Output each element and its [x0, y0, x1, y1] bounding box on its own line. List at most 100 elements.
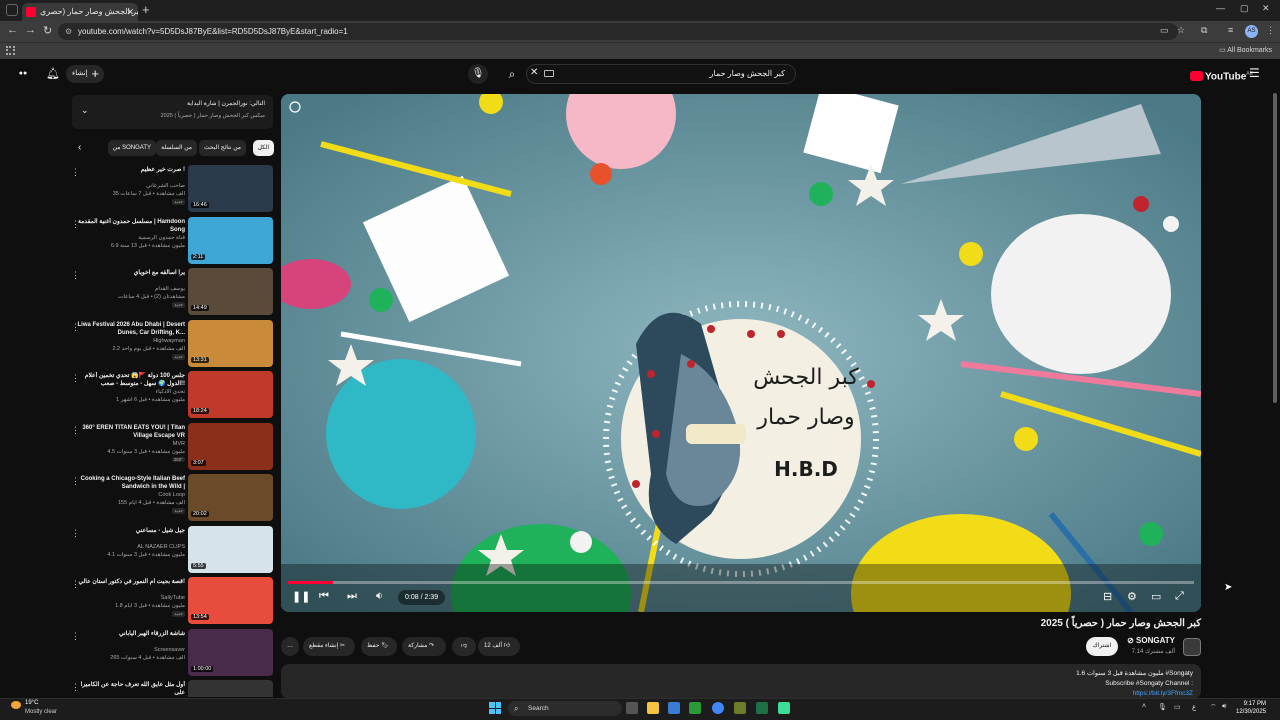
video-item-channel[interactable]: يوسف القدام: [77, 286, 185, 292]
weather-widget[interactable]: 19°C Mostly clear: [8, 699, 88, 719]
video-item-channel[interactable]: AL NAZAER CLIPS: [77, 544, 185, 550]
channel-avatar[interactable]: [1183, 638, 1201, 656]
store-icon[interactable]: [668, 702, 680, 714]
chrome-icon[interactable]: [712, 702, 724, 714]
forward-icon[interactable]: →: [25, 24, 36, 36]
video-item-channel[interactable]: صاحب الشرعاني: [77, 183, 185, 189]
media-control-icon[interactable]: ≡: [1228, 25, 1233, 35]
description-box[interactable]: 1.6 مليون مشاهدة قبل 3 سنوات #Songaty Su…: [281, 664, 1201, 699]
video-item-title[interactable]: Liwa Festival 2026 Abu Dhabi | Desert Du…: [77, 321, 186, 337]
video-item-title[interactable]: قصة بجيت ام النمور في دكتور استان عالي!: [77, 578, 185, 586]
video-item-title[interactable]: أول مثل عايق الله تعرف حاجة عن الكاميرا …: [77, 681, 185, 697]
tray-chevron-icon[interactable]: ˄: [1142, 703, 1146, 710]
video-item-channel[interactable]: تحدي الأذكياء: [77, 389, 185, 395]
video-item-channel[interactable]: MVR: [77, 441, 185, 447]
browser-menu-icon[interactable]: ⋮: [1266, 25, 1275, 36]
pause-icon[interactable]: ❚❚: [292, 590, 310, 603]
dislike-button[interactable]: 👎︎: [452, 637, 476, 656]
speaker-icon[interactable]: 🔊︎: [1222, 703, 1226, 711]
close-window-icon[interactable]: ✕: [1262, 3, 1270, 14]
wifi-icon[interactable]: ⌔: [1210, 703, 1217, 712]
list-item[interactable]: ⋮ 13:54 قصة بجيت ام النمور في دكتور استان …: [66, 577, 276, 627]
subtitles-icon[interactable]: ⊟: [1103, 590, 1112, 603]
excel-icon[interactable]: [756, 702, 768, 714]
subscribe-button[interactable]: اشتراك: [1086, 637, 1118, 656]
hamburger-menu-icon[interactable]: ☰: [1249, 66, 1260, 80]
clip-button[interactable]: إنشاء مقطع ✂: [303, 637, 355, 656]
back-icon[interactable]: ←: [7, 24, 18, 36]
xbox-icon[interactable]: [689, 702, 701, 714]
page-scrollbar[interactable]: [1273, 93, 1277, 403]
share-button[interactable]: مشاركة ↷: [402, 637, 446, 656]
search-icon[interactable]: ⌕: [500, 64, 524, 84]
chip-from-channel[interactable]: من SONGATY: [107, 140, 156, 156]
playlist-header[interactable]: التالي: نورالجمرن | شارة البداية ميكس كب…: [72, 95, 273, 129]
video-player[interactable]: كبر الجحش وصار حمار H.B.D: [281, 94, 1201, 612]
keyboard-language-icon[interactable]: ع: [1192, 703, 1196, 711]
new-tab-icon[interactable]: +: [142, 2, 150, 17]
list-item[interactable]: ⋮ 1:00:00 شاشة الزرقاء الهبر الياباني Scree…: [66, 628, 276, 679]
clear-search-icon[interactable]: ✕: [530, 67, 538, 78]
miniplayer-icon[interactable]: ▭: [1151, 590, 1161, 603]
more-actions-button[interactable]: …: [281, 637, 299, 656]
maximize-icon[interactable]: ▢: [1240, 3, 1249, 14]
apps-grid-icon[interactable]: [6, 46, 15, 55]
list-item[interactable]: ⋮ 2:11 مسلسل حمدون أغنية المقدمة | Hamdoon…: [66, 216, 276, 267]
browser-tab[interactable]: كبر الجحش وصار حمار (حصري ✕: [22, 3, 138, 21]
list-item[interactable]: ⋮ 3:07 360° EREN TITAN EATS YOU! | Titan V…: [66, 422, 276, 473]
video-item-channel[interactable]: Cook Loop: [77, 492, 185, 498]
url-input[interactable]: ⚙ youtube.com/watch?v=5D5DsJ87ByE&list=R…: [58, 23, 1178, 40]
taskbar-clock[interactable]: 9:17 PM 12/30/2025: [1236, 700, 1266, 716]
bookmark-star-icon[interactable]: ☆: [1177, 25, 1185, 36]
like-button[interactable]: 12 ألف 👍︎: [478, 637, 520, 656]
tray-app-icon[interactable]: ▭: [1174, 703, 1181, 711]
video-item-channel[interactable]: Screensaver: [77, 647, 185, 653]
video-item-title[interactable]: جيل شيل - مساعني: [77, 527, 185, 535]
site-info-icon[interactable]: ⚙: [65, 23, 72, 40]
profile-avatar[interactable]: AS: [1245, 25, 1258, 38]
video-item-channel[interactable]: SallyTube: [77, 595, 185, 601]
chip-from-series[interactable]: من السلسلة: [156, 140, 197, 156]
video-item-channel[interactable]: قناة حمدون الرسمية: [77, 235, 185, 241]
tray-mic-icon[interactable]: 🎙︎: [1158, 703, 1167, 711]
video-item-title[interactable]: Cooking a Chicago-Style Italian Beef San…: [77, 475, 185, 491]
youtube-logo[interactable]: YouTubeAE: [1190, 66, 1253, 82]
settings-gear-icon[interactable]: ⚙: [1127, 590, 1137, 603]
chip-all[interactable]: الكل: [252, 140, 274, 156]
next-icon[interactable]: ⏭︎: [347, 590, 357, 603]
fullscreen-icon[interactable]: ⤢: [1175, 590, 1184, 603]
description-link[interactable]: https://bit.ly/3Ffmc3Z: [1133, 690, 1193, 697]
volume-icon[interactable]: 🔉︎: [376, 590, 383, 603]
chip-from-search[interactable]: من نتائج البحث: [198, 140, 246, 156]
list-item[interactable]: ⋮ 14:49 يرا اسالقه مع اخوياي يوسف القدام مشا…: [66, 268, 276, 318]
video-item-title[interactable]: صرت خير عظيم !: [77, 166, 185, 174]
close-tab-icon[interactable]: ✕: [126, 3, 134, 21]
channel-name[interactable]: ⊘ SONGATY: [1127, 636, 1175, 645]
extensions-icon[interactable]: ⧉: [1201, 25, 1207, 36]
chevron-down-icon[interactable]: ⌄: [81, 105, 89, 116]
cast-icon[interactable]: ▭: [1160, 25, 1169, 36]
task-view-icon[interactable]: [626, 702, 638, 714]
list-item[interactable]: ⋮ 18:24 جلس 100 دولة 🚩😱 تحدي تخمين أعلام ا…: [66, 371, 276, 421]
list-item[interactable]: ⋮ أول مثل عايق الله تعرف حاجة عن الكاميرا…: [66, 680, 276, 697]
all-bookmarks-button[interactable]: ▭ All Bookmarks: [1219, 46, 1272, 54]
voice-search-mic-icon[interactable]: 🎙︎: [468, 64, 488, 84]
list-item[interactable]: ⋮ 5:55 جيل شيل - مساعني AL NAZAER CLIPS 4.1 …: [66, 525, 276, 576]
windows-start-icon[interactable]: [489, 702, 501, 714]
video-item-title[interactable]: يرا اسالقه مع اخوياي: [77, 269, 185, 277]
notifications-bell-icon[interactable]: 🔔︎: [46, 67, 60, 80]
video-item-channel[interactable]: Highwayman: [77, 338, 185, 344]
taskbar-search[interactable]: ⌕ Search: [508, 701, 622, 716]
keyboard-icon[interactable]: [544, 70, 554, 77]
list-item[interactable]: ⋮ 13:31 Liwa Festival 2026 Abu Dhabi | Des…: [66, 319, 276, 370]
video-thumbnail[interactable]: [188, 680, 273, 697]
minimize-icon[interactable]: —: [1216, 3, 1225, 13]
list-item[interactable]: ⋮ 16:46 صرت خير عظيم ! صاحب الشرعاني 35 ألف …: [66, 165, 276, 215]
save-button[interactable]: حفظ 🔖︎: [361, 637, 397, 656]
video-item-title[interactable]: 360° EREN TITAN EATS YOU! | Titan Villag…: [77, 424, 185, 440]
video-item-title[interactable]: جلس 100 دولة 🚩😱 تحدي تخمين أعلام الدول 🌍…: [77, 372, 185, 388]
file-explorer-icon[interactable]: [647, 702, 659, 714]
avatar[interactable]: ●●: [15, 67, 31, 80]
video-item-title[interactable]: شاشة الزرقاء الهبر الياباني: [77, 630, 185, 638]
app-icon[interactable]: [734, 702, 746, 714]
